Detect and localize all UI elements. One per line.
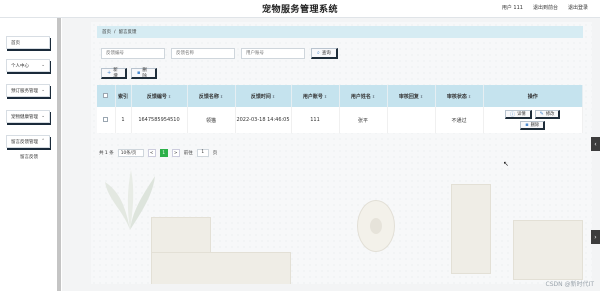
watermark: CSDN @新时代IT <box>545 281 594 288</box>
cell-account: 111 <box>291 107 340 133</box>
sort-icon[interactable]: ⇕ <box>372 94 375 99</box>
table-header-row: 索引 反馈编号⇕ 反馈名称⇕ 反馈时间⇕ 用户账号⇕ 用户姓名⇕ 审核回复⇕ 审… <box>97 85 583 107</box>
row-select-cell <box>97 107 116 133</box>
add-button[interactable]: + 新增 <box>101 68 127 79</box>
cell-name: 领猫 <box>187 107 236 133</box>
feedback-code-input[interactable] <box>101 48 165 59</box>
goto-label: 前往 <box>183 151 193 156</box>
sort-icon[interactable]: ⇕ <box>468 94 471 99</box>
edit-button[interactable]: ✎ 修改 <box>534 110 561 119</box>
sidebar-item-profile[interactable]: 个人中心 ⌄ <box>6 59 50 72</box>
plant-decoration <box>105 170 155 230</box>
pagination: 共 1 条 10条/页 < 1 > 前往 1 页 <box>99 149 217 157</box>
prev-page-button[interactable]: < <box>147 149 156 157</box>
search-icon: ⌕ <box>317 50 320 56</box>
search-bar: ⌕ 查询 <box>101 48 338 59</box>
row-delete-button[interactable]: ▪ 删除 <box>520 121 546 130</box>
cell-time: 2022-03-18 14:46:05 <box>235 107 292 133</box>
sidebar-item-label: 留言反馈管理 <box>11 139 38 145</box>
sidebar-item-label: 首页 <box>11 40 20 46</box>
box-decoration <box>513 220 583 280</box>
next-page-button[interactable]: > <box>171 149 180 157</box>
sidebar-item-home[interactable]: 首页 <box>6 36 50 49</box>
back-to-front-link[interactable]: 退出到前台 <box>533 4 558 11</box>
breadcrumb: 首页 / 留言反馈 <box>97 26 583 38</box>
col-reply[interactable]: 审核回复⇕ <box>387 85 436 107</box>
breadcrumb-separator: / <box>114 29 116 35</box>
box-decoration <box>151 252 291 284</box>
pagination-total: 共 1 条 <box>99 151 114 156</box>
user-account-input[interactable] <box>241 48 305 59</box>
search-button[interactable]: ⌕ 查询 <box>311 48 338 59</box>
logout-link[interactable]: 退出登录 <box>568 4 588 11</box>
select-all-cell <box>97 85 116 107</box>
sort-icon[interactable]: ⇕ <box>420 94 423 99</box>
search-button-label: 查询 <box>321 51 331 56</box>
mouse-cursor-icon: ↖ <box>503 160 509 168</box>
cell-code: 1647585954510 <box>131 107 188 133</box>
main-content: 首页 / 留言反馈 ⌕ 查询 + 新增 ▪ 删除 索引 反馈编号⇕ <box>91 22 592 284</box>
sidebar-item-label: 宠物健康管理 <box>11 114 38 120</box>
sidebar-item-health[interactable]: 宠物健康管理 ⌄ <box>6 110 50 123</box>
goto-page-input[interactable]: 1 <box>196 149 209 157</box>
info-icon: ⓘ <box>510 111 516 118</box>
col-index: 索引 <box>115 85 132 107</box>
sort-icon[interactable]: ⇕ <box>168 94 171 99</box>
feedback-table: 索引 反馈编号⇕ 反馈名称⇕ 反馈时间⇕ 用户账号⇕ 用户姓名⇕ 审核回复⇕ 审… <box>97 85 583 133</box>
col-status[interactable]: 审核状态⇕ <box>435 85 484 107</box>
col-time[interactable]: 反馈时间⇕ <box>235 85 292 107</box>
batch-delete-label: 删除 <box>142 68 147 79</box>
breadcrumb-current: 留言反馈 <box>118 30 137 35</box>
current-user: 用户 111 <box>501 5 523 11</box>
top-links: 用户 111 退出到前台 退出登录 <box>502 4 588 11</box>
chevron-up-icon: ⌃ <box>41 139 45 144</box>
feedback-name-input[interactable] <box>171 48 235 59</box>
breadcrumb-home[interactable]: 首页 <box>102 29 111 35</box>
table-row: 1 1647585954510 领猫 2022-03-18 14:46:05 1… <box>97 107 583 133</box>
sort-icon[interactable]: ⇕ <box>272 94 275 99</box>
sidebar-scrollbar[interactable] <box>57 18 61 291</box>
collapse-handle[interactable]: ‹ <box>591 137 600 151</box>
sidebar-subitem-feedback[interactable]: 留言反馈 <box>12 152 46 161</box>
edit-icon: ✎ <box>539 111 544 117</box>
tape-roll-core <box>370 218 382 234</box>
chevron-down-icon: ⌄ <box>41 114 45 119</box>
sort-icon[interactable]: ⇕ <box>324 94 327 99</box>
row-checkbox[interactable] <box>103 116 109 122</box>
trash-icon: ▪ <box>137 70 141 76</box>
add-button-label: 新增 <box>113 68 118 79</box>
page-number-1[interactable]: 1 <box>159 149 168 157</box>
cell-index: 1 <box>115 107 132 133</box>
cell-operations: ⓘ 详情 ✎ 修改 ▪ 删除 <box>483 107 583 133</box>
trash-icon: ▪ <box>525 122 529 128</box>
sidebar-item-label: 预订服务管理 <box>11 88 38 94</box>
detail-button[interactable]: ⓘ 详情 <box>505 110 532 119</box>
cell-user-name: 张平 <box>339 107 388 133</box>
top-header: 宠物服务管理系统 用户 111 退出到前台 退出登录 <box>0 0 600 18</box>
col-code[interactable]: 反馈编号⇕ <box>131 85 188 107</box>
col-name[interactable]: 反馈名称⇕ <box>187 85 236 107</box>
col-account[interactable]: 用户账号⇕ <box>291 85 340 107</box>
sidebar-item-feedback[interactable]: 留言反馈管理 ⌃ <box>6 135 50 148</box>
col-user-name[interactable]: 用户姓名⇕ <box>339 85 388 107</box>
box-decoration <box>151 217 211 257</box>
chevron-down-icon: ⌄ <box>41 63 45 68</box>
page-unit-label: 页 <box>212 151 218 156</box>
cell-reply <box>387 107 436 133</box>
cell-status: 不通过 <box>435 107 484 133</box>
expand-handle[interactable]: › <box>591 230 600 244</box>
plus-icon: + <box>107 70 112 76</box>
page-size-select[interactable]: 10条/页 <box>117 149 144 157</box>
batch-delete-button[interactable]: ▪ 删除 <box>131 68 157 79</box>
cylinder-decoration <box>451 184 491 274</box>
col-operations: 操作 <box>483 85 583 107</box>
sidebar-item-label: 个人中心 <box>11 63 29 69</box>
sidebar-item-booking[interactable]: 预订服务管理 ⌄ <box>6 84 50 97</box>
select-all-checkbox[interactable] <box>103 92 109 98</box>
sort-icon[interactable]: ⇕ <box>220 94 223 99</box>
action-bar: + 新增 ▪ 删除 <box>101 68 157 79</box>
chevron-down-icon: ⌄ <box>41 88 45 93</box>
